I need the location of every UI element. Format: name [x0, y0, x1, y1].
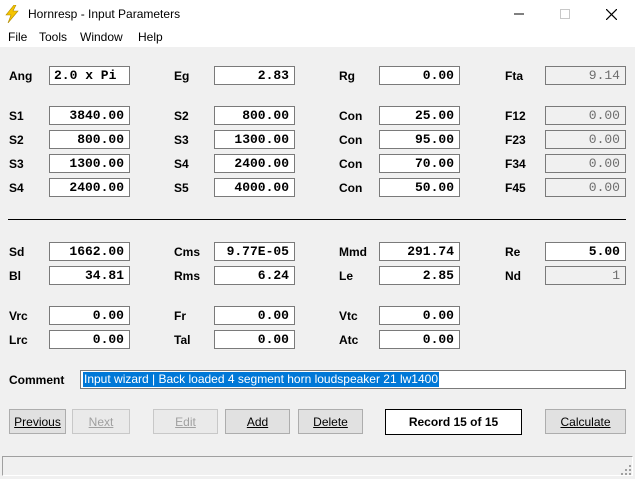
f45-field: 0.00: [545, 178, 626, 197]
con4-field[interactable]: 50.00: [379, 178, 460, 197]
s2-label: S2: [9, 133, 24, 147]
con4-label: Con: [339, 181, 363, 195]
edit-button[interactable]: Edit: [153, 409, 218, 434]
s5-end-label: S5: [174, 181, 189, 195]
s1-label: S1: [9, 109, 24, 123]
bl-label: Bl: [9, 269, 21, 283]
vrc-label: Vrc: [9, 309, 28, 323]
s3-field[interactable]: 1300.00: [49, 154, 130, 173]
lightning-icon: [5, 5, 19, 23]
s1-field[interactable]: 3840.00: [49, 106, 130, 125]
f34-label: F34: [505, 157, 526, 171]
nd-label: Nd: [505, 269, 521, 283]
con2-field[interactable]: 95.00: [379, 130, 460, 149]
lrc-label: Lrc: [9, 333, 28, 347]
close-icon: [605, 8, 617, 20]
maximize-icon: [560, 9, 570, 19]
rms-field[interactable]: 6.24: [214, 266, 295, 285]
f45-label: F45: [505, 181, 526, 195]
con3-label: Con: [339, 157, 363, 171]
mmd-field[interactable]: 291.74: [379, 242, 460, 261]
vrc-field[interactable]: 0.00: [49, 306, 130, 325]
menu-tools[interactable]: Tools: [39, 30, 67, 44]
s4-end-field[interactable]: 2400.00: [214, 154, 295, 173]
vtc-label: Vtc: [339, 309, 358, 323]
s4-label: S4: [9, 181, 24, 195]
resize-grip-icon[interactable]: [620, 464, 632, 476]
s3-label: S3: [9, 157, 24, 171]
le-label: Le: [339, 269, 354, 283]
con2-label: Con: [339, 133, 363, 147]
ang-label: Ang: [9, 69, 33, 83]
f12-field: 0.00: [545, 106, 626, 125]
con1-label: Con: [339, 109, 363, 123]
comment-label: Comment: [9, 373, 65, 387]
s4-end-label: S4: [174, 157, 189, 171]
fta-label: Fta: [505, 69, 523, 83]
nd-field: 1: [545, 266, 626, 285]
rg-label: Rg: [339, 69, 355, 83]
con1-field[interactable]: 25.00: [379, 106, 460, 125]
sd-field[interactable]: 1662.00: [49, 242, 130, 261]
s2-end-label: S2: [174, 109, 189, 123]
comment-text: Input wizard | Back loaded 4 segment hor…: [83, 372, 440, 387]
window-title: Hornresp - Input Parameters: [28, 7, 181, 21]
fr-label: Fr: [174, 309, 186, 323]
next-button[interactable]: Next: [72, 409, 130, 434]
re-label: Re: [505, 245, 521, 259]
s3-end-label: S3: [174, 133, 189, 147]
maximize-button[interactable]: [542, 0, 588, 28]
record-indicator: Record 15 of 15: [385, 409, 522, 435]
s3-end-field[interactable]: 1300.00: [214, 130, 295, 149]
previous-button[interactable]: Previous: [9, 409, 66, 434]
con3-field[interactable]: 70.00: [379, 154, 460, 173]
rg-field[interactable]: 0.00: [379, 66, 460, 85]
f23-field: 0.00: [545, 130, 626, 149]
s5-end-field[interactable]: 4000.00: [214, 178, 295, 197]
vtc-field[interactable]: 0.00: [379, 306, 460, 325]
minimize-button[interactable]: [496, 0, 542, 28]
atc-field[interactable]: 0.00: [379, 330, 460, 349]
menu-window[interactable]: Window: [80, 30, 123, 44]
title-bar: Hornresp - Input Parameters: [0, 0, 635, 28]
f23-label: F23: [505, 133, 526, 147]
rms-label: Rms: [174, 269, 201, 283]
s4-field[interactable]: 2400.00: [49, 178, 130, 197]
menu-help[interactable]: Help: [138, 30, 163, 44]
tal-label: Tal: [174, 333, 191, 347]
f34-field: 0.00: [545, 154, 626, 173]
ang-field[interactable]: 2.0 x Pi: [49, 66, 130, 85]
add-button[interactable]: Add: [225, 409, 290, 434]
eg-field[interactable]: 2.83: [214, 66, 295, 85]
status-bar: [2, 456, 633, 476]
s2-field[interactable]: 800.00: [49, 130, 130, 149]
lrc-field[interactable]: 0.00: [49, 330, 130, 349]
sd-label: Sd: [9, 245, 25, 259]
menu-bar: File Tools Window Help: [0, 28, 635, 47]
le-field[interactable]: 2.85: [379, 266, 460, 285]
cms-label: Cms: [174, 245, 201, 259]
f12-label: F12: [505, 109, 526, 123]
s2-end-field[interactable]: 800.00: [214, 106, 295, 125]
cms-field[interactable]: 9.77E-05: [214, 242, 295, 261]
close-button[interactable]: [588, 0, 634, 28]
comment-field[interactable]: Input wizard | Back loaded 4 segment hor…: [80, 370, 626, 389]
section-divider: [8, 219, 626, 220]
re-field[interactable]: 5.00: [545, 242, 626, 261]
fta-field: 9.14: [545, 66, 626, 85]
eg-label: Eg: [174, 69, 190, 83]
fr-field[interactable]: 0.00: [214, 306, 295, 325]
delete-button[interactable]: Delete: [298, 409, 363, 434]
bl-field[interactable]: 34.81: [49, 266, 130, 285]
calculate-button[interactable]: Calculate: [545, 409, 626, 434]
tal-field[interactable]: 0.00: [214, 330, 295, 349]
mmd-label: Mmd: [339, 245, 367, 259]
menu-file[interactable]: File: [8, 30, 27, 44]
minimize-icon: [514, 13, 524, 15]
atc-label: Atc: [339, 333, 359, 347]
